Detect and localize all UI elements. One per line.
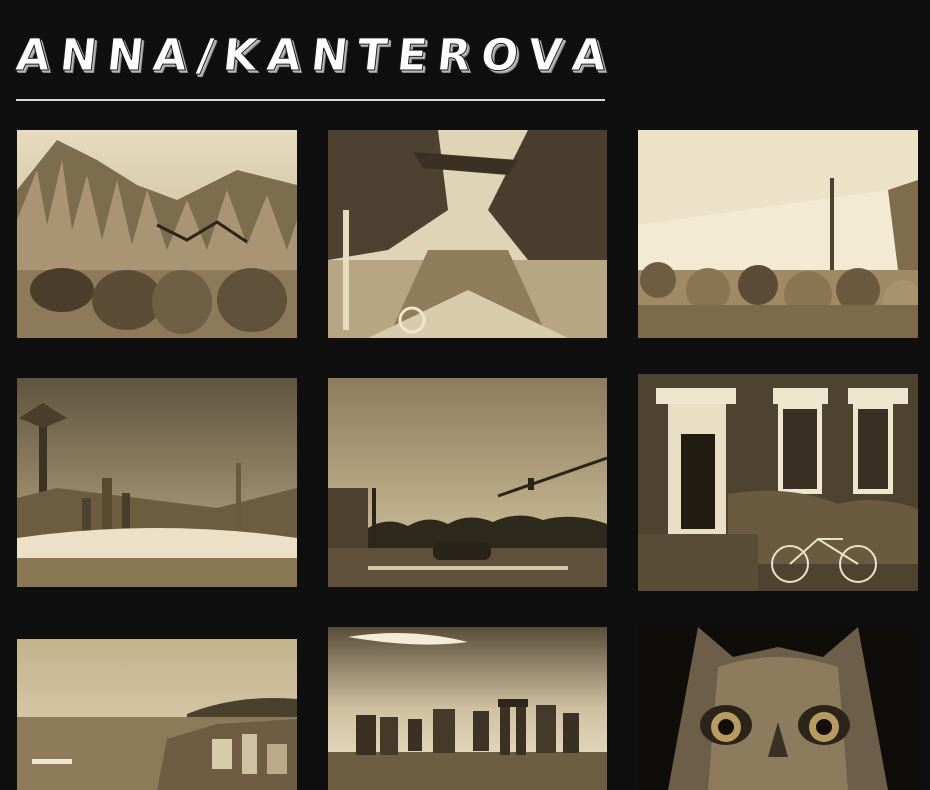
photo-image (638, 374, 918, 591)
photo-image (17, 130, 297, 338)
logo-letter: A (150, 30, 190, 82)
photo-image (17, 378, 297, 587)
logo-letter: T (354, 30, 391, 82)
photo-owl-face[interactable] (638, 627, 918, 790)
logo-letter: E (394, 30, 430, 82)
logo-letter: V (525, 30, 565, 82)
logo-letter: N (103, 30, 147, 82)
logo-letter: R (434, 30, 474, 82)
photo-image (638, 130, 918, 338)
header-divider (16, 99, 605, 101)
photo-image (328, 627, 607, 790)
logo-letter: A (569, 30, 609, 82)
site-logo[interactable]: A N N A / K A N T E R O V A (13, 28, 609, 84)
logo-letter: / (194, 30, 216, 82)
logo-letter: O (478, 30, 522, 82)
logo-letter: N (308, 30, 351, 82)
photo-waterfall-crowd[interactable] (638, 130, 918, 338)
logo-letter: A (264, 30, 304, 82)
photo-image (638, 627, 918, 790)
photo-cactus-garden[interactable] (17, 378, 297, 587)
photo-image (328, 130, 607, 338)
photo-coastal-town[interactable] (17, 639, 297, 790)
logo-letter: A (13, 30, 53, 82)
photo-canal-bridge[interactable] (328, 130, 607, 338)
photo-street-intersection[interactable] (328, 378, 607, 587)
photo-stone-circle[interactable] (328, 627, 607, 790)
photo-shoes-in-grass[interactable] (17, 130, 297, 338)
photo-image (328, 378, 607, 587)
photo-image (17, 639, 297, 790)
logo-letter: K (220, 30, 260, 82)
logo-letter: N (57, 30, 100, 82)
photo-ivy-house-bicycle[interactable] (638, 374, 918, 591)
